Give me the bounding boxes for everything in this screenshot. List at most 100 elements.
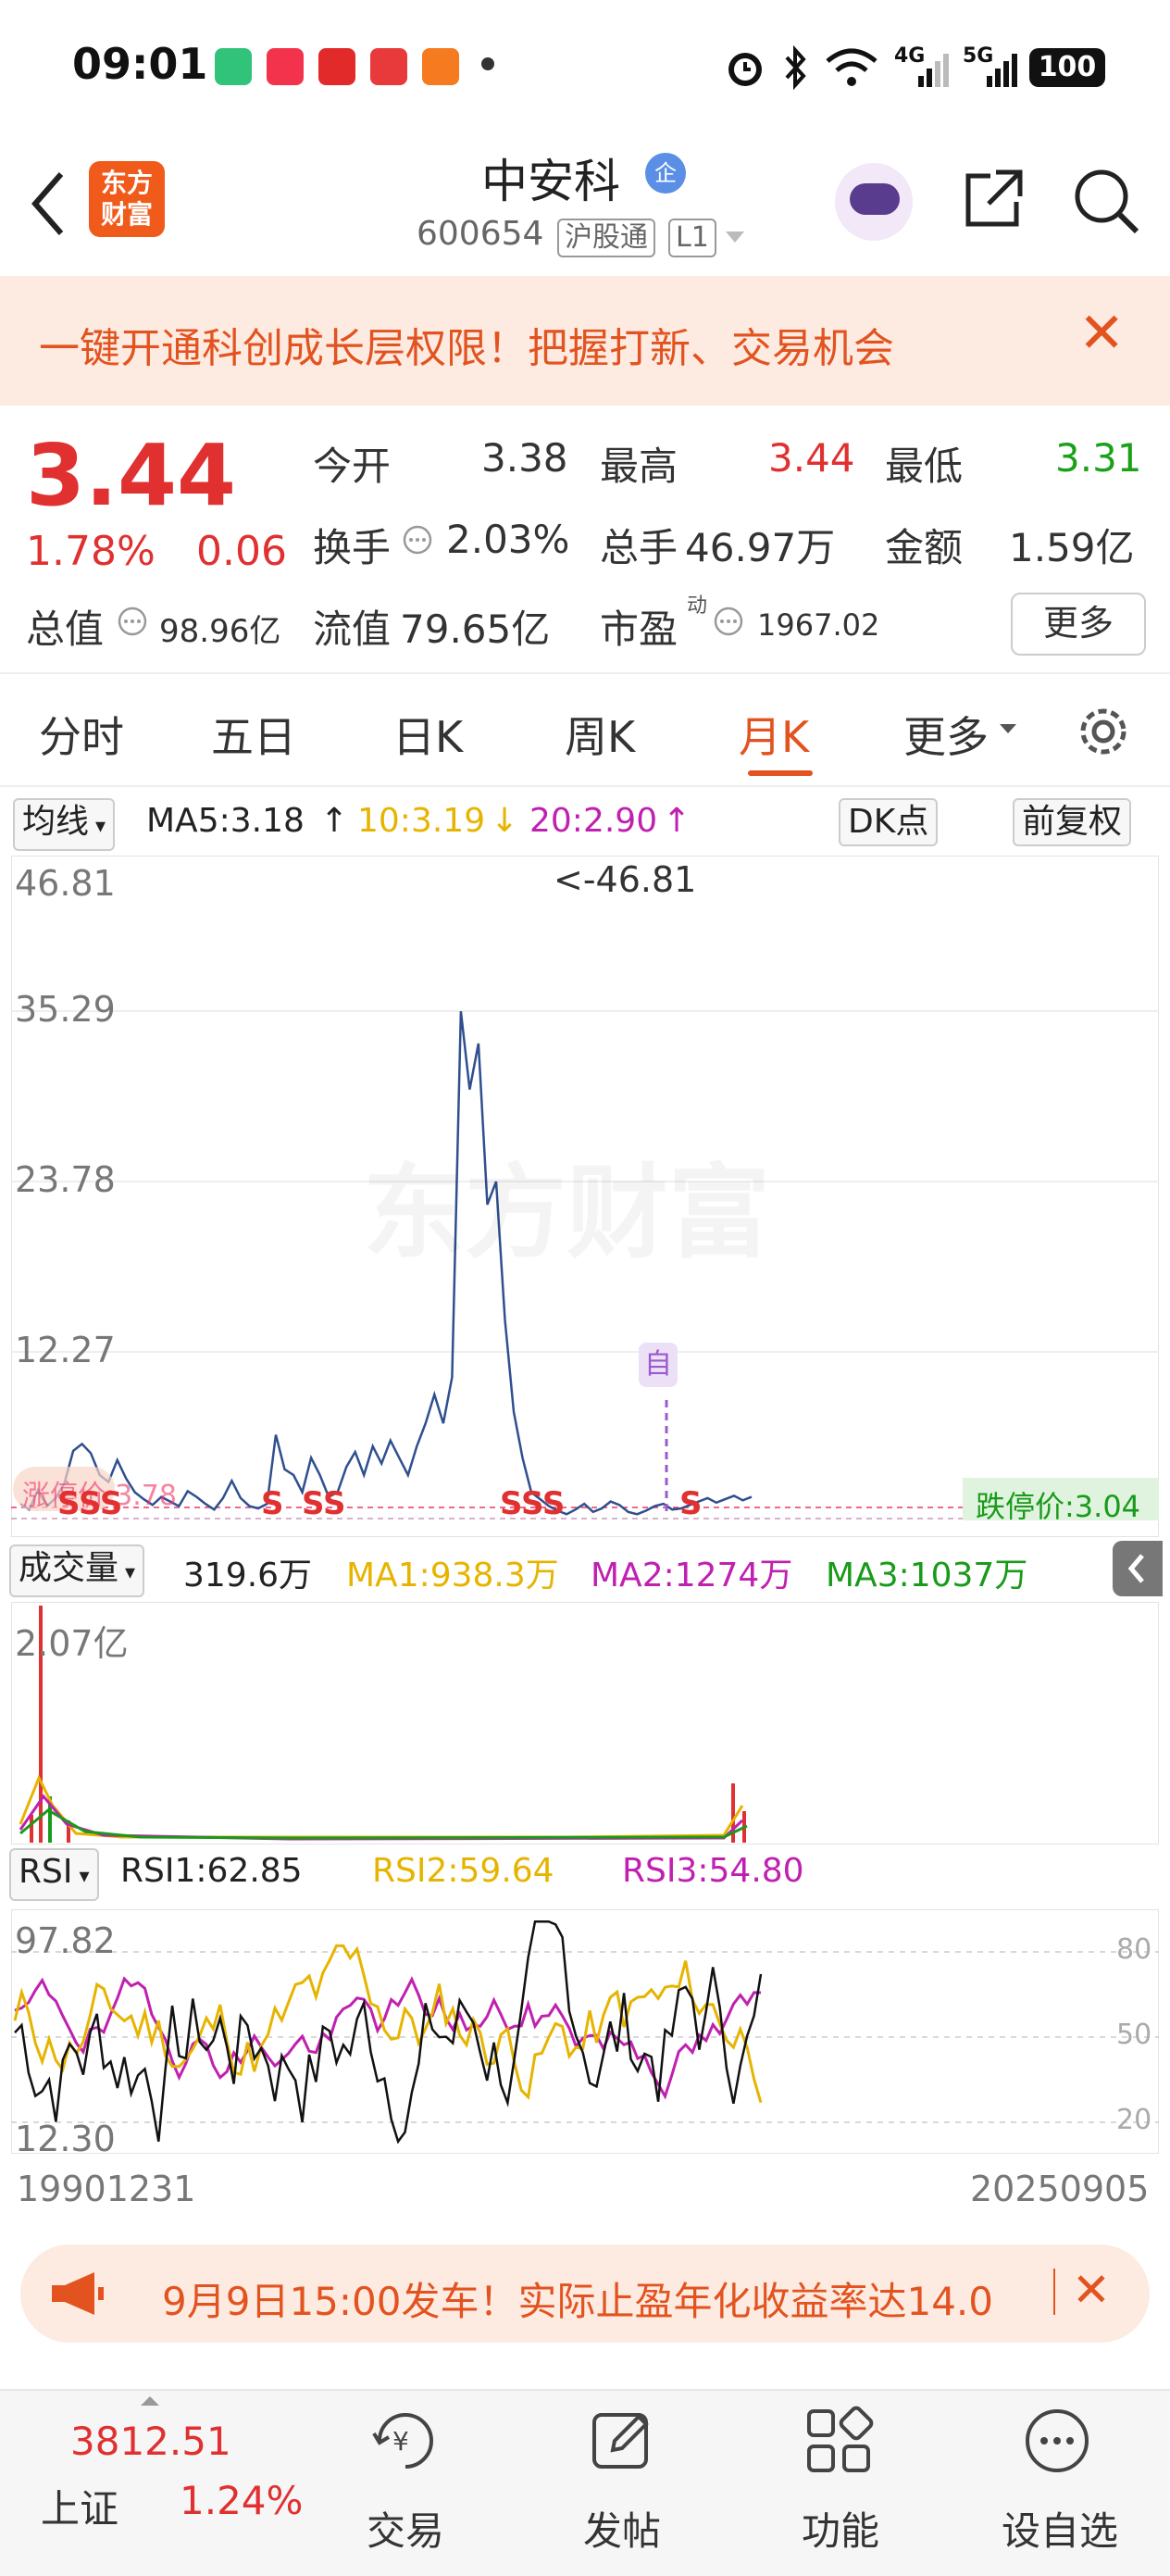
close-banner-button[interactable]: ✕ [1078,306,1125,361]
indicator-select-ma[interactable]: 均线 ▾ [13,798,116,851]
pe-value: 1967.02 [757,607,880,643]
max-price-marker: <-46.81 [554,859,697,900]
megaphone-icon [52,2272,104,2315]
dk-point-button[interactable]: DK点 [839,798,939,846]
low-value: 3.31 [1055,435,1142,481]
y-axis-label: 46.81 [15,863,116,904]
index-value[interactable]: 3812.51 [70,2419,231,2464]
logo-line1: 东方 [100,168,153,198]
functions-icon[interactable] [803,2406,874,2476]
tag-shanghai-connect: 沪股通 [557,219,655,257]
info-dots-icon[interactable] [117,606,148,637]
nav-functions[interactable]: 功能 [802,2500,879,2557]
ma10-legend: 10:3.19 [357,802,486,840]
indicator-select-rsi[interactable]: RSI ▾ [9,1848,99,1901]
svg-text:¥: ¥ [392,2426,409,2457]
vol-ma3-legend: MA3:1037万 [826,1557,1028,1594]
pe-dynamic-sup: 动 [687,594,708,618]
stock-name[interactable]: 中安科 [481,144,620,211]
low-label: 最低 [885,444,964,489]
enterprise-badge: 企 [645,153,686,194]
volume-indicator-label: 成交量 [19,1549,119,1587]
watermark: 东方财富 [363,1130,770,1278]
gear-icon[interactable] [1074,702,1133,761]
volume-bar [30,1815,33,1843]
iqiyi-app-icon [215,48,252,85]
market-cap-label: 总值 [26,606,105,652]
collapse-panel-button[interactable] [1113,1541,1163,1596]
rsi-tick-20: 20 [1116,2104,1152,2136]
caret-down-icon [1000,724,1016,733]
sell-marker: SS [302,1485,346,1522]
tab-monthly-k[interactable]: 月K [739,704,809,765]
chevron-left-icon [1127,1554,1144,1583]
caret-down-icon[interactable] [724,230,746,244]
volume-chart[interactable] [11,1602,1159,1844]
y-axis-label: 12.27 [15,1330,116,1370]
divider [0,785,1170,787]
volume-value: 46.97万 [685,525,836,570]
adjust-mode-button[interactable]: 前复权 [1013,798,1132,846]
rsi3-legend: RSI3:54.80 [622,1852,804,1890]
rsi1-legend: RSI1:62.85 [120,1852,303,1890]
stock-code[interactable]: 600654 [417,215,543,253]
x-axis-start: 19901231 [17,2169,196,2209]
y-axis-label: 35.29 [15,989,116,1030]
rsi2-legend: RSI2:59.64 [372,1852,554,1890]
sell-marker: SSS [500,1485,566,1522]
change-amount: 0.06 [196,528,287,575]
tab-more[interactable]: 更多 [903,704,989,765]
nav-add-watchlist[interactable]: 设自选 [1002,2500,1118,2557]
self-select-marker[interactable]: 自 [639,1343,678,1387]
current-price: 3.44 [26,426,236,525]
tab-intraday[interactable]: 分时 [39,704,124,765]
high-value: 3.44 [768,435,855,481]
open-label: 今开 [313,444,392,489]
rsi-chart[interactable] [11,1909,1159,2154]
ma20-arrow: ↑ [663,802,691,840]
ad-banner-text[interactable]: 9月9日15:00发车！实际止盈年化收益率达14.0 [162,2270,993,2327]
more-quote-button[interactable]: 更多 [1011,593,1146,656]
turnover-label: 换手 [313,525,392,570]
volume-chart-frame [11,1602,1159,1844]
indicator-select-volume[interactable]: 成交量 ▾ [9,1544,145,1597]
tab-daily-k[interactable]: 日K [392,704,463,765]
divider [0,672,1170,674]
promo-banner-text[interactable]: 一键开通科创成长层权限！把握打新、交易机会 [39,315,894,374]
ma5-arrow: ↑ [320,802,349,840]
vol-ma2-legend: MA2:1274万 [591,1557,793,1594]
ma10-arrow: ↓ [491,802,519,840]
more-notifications-dot [481,57,494,70]
nav-post[interactable]: 发帖 [583,2500,661,2557]
tab-weekly-k[interactable]: 周K [565,704,635,765]
y-axis-label: 23.78 [15,1159,116,1200]
indicator-ma-label: 均线 [22,803,90,841]
status-time: 09:01 [72,39,208,89]
caret-up-icon [141,2396,159,2406]
post-icon[interactable] [587,2406,657,2476]
index-name[interactable]: 上证 [41,2478,118,2534]
robot-face-icon [850,183,900,215]
float-cap-value: 79.65亿 [400,606,551,652]
turnover-value: 2.03% [446,517,570,562]
float-cap-label: 流值 [313,606,392,652]
trade-icon[interactable]: ¥ [370,2406,441,2476]
close-ad-button[interactable]: ✕ [1072,2263,1111,2317]
back-button[interactable] [26,167,72,251]
nav-trade[interactable]: 交易 [367,2500,444,2557]
market-cap-value: 98.96亿 [159,613,281,650]
search-icon[interactable] [1070,165,1140,235]
volume-legend: 319.6万 [183,1557,313,1594]
info-dots-icon[interactable] [713,606,744,637]
bluetooth-icon [785,44,806,91]
info-dots-icon[interactable] [402,524,433,556]
signal-5g-icon [987,54,1017,87]
tab-five-day[interactable]: 五日 [211,704,296,765]
rsi-indicator-label: RSI [19,1853,73,1891]
more-options-icon[interactable] [1022,2406,1092,2476]
x-axis-end: 20250905 [970,2169,1150,2209]
share-icon[interactable] [959,165,1026,231]
chevron-left-icon [31,172,64,235]
index-change: 1.24% [180,2478,304,2523]
high-label: 最高 [600,444,678,489]
